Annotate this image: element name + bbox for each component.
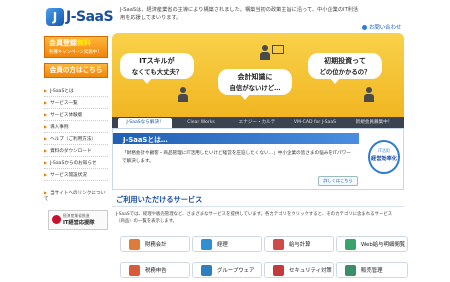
intro-title: J-SaaSとは… bbox=[123, 136, 168, 144]
sales-management-icon bbox=[345, 265, 356, 276]
financial-accounting-icon bbox=[129, 239, 140, 250]
intro-header: J-SaaSとは… bbox=[113, 133, 359, 144]
register-title: 会員登録無料 bbox=[49, 39, 91, 47]
site-tagline: J-SaaSは、経済産業省の主導により構築されました。構築当初の政策主旨に沿って… bbox=[120, 7, 359, 21]
it-efficiency-badge: IT活用 経営効率化 bbox=[368, 140, 400, 174]
arrow-circle-icon bbox=[362, 25, 367, 30]
arrow-right-icon: ▶ bbox=[44, 100, 48, 105]
arrow-right-icon: ▶ bbox=[44, 124, 48, 129]
worried-person-icon bbox=[170, 87, 198, 107]
speech-bubble-accounting: 会計知識に 自信がないけど… bbox=[218, 69, 292, 100]
intro-text: 「財務会計や顧客・商品管理にIT活用したいけど経営を圧迫したくない…」中小企業の… bbox=[122, 151, 351, 164]
tab-vm-cad[interactable]: VM-CAD for J-SaaS bbox=[286, 118, 344, 128]
logo[interactable]: J-SaaS bbox=[66, 9, 114, 25]
tab-new-members[interactable]: 新規会員募集中！ bbox=[346, 118, 402, 128]
arrow-right-icon: ▶ bbox=[44, 88, 48, 93]
seal-icon bbox=[52, 215, 61, 224]
sidebar-link-policy[interactable]: ▶ 当サイトへのリンクについて bbox=[44, 190, 108, 202]
sidebar-item-news[interactable]: ▶ J-SaaSからのお知らせ bbox=[44, 158, 108, 169]
contact-label: お問い合わせ bbox=[369, 25, 402, 31]
service-tax-filing[interactable]: 税務申告 bbox=[120, 262, 190, 278]
arrow-right-icon: ▶ bbox=[44, 190, 48, 195]
arrow-right-icon: ▶ bbox=[44, 112, 48, 117]
logo-icon[interactable]: J bbox=[46, 8, 64, 26]
service-financial-accounting[interactable]: 財務会計 bbox=[120, 236, 190, 252]
groupware-icon bbox=[201, 265, 212, 276]
service-sales-management[interactable]: 販売管理 bbox=[336, 262, 408, 278]
arrow-right-icon: ▶ bbox=[44, 160, 48, 165]
security-icon bbox=[273, 265, 284, 276]
services-divider bbox=[112, 206, 404, 207]
person-at-computer-icon bbox=[258, 43, 286, 63]
register-subtitle: 各種キャンペーン実施中！ bbox=[49, 50, 102, 55]
sidebar-item-services[interactable]: ▶ サービス一覧 bbox=[44, 98, 108, 109]
speech-bubble-it-skill: ITスキルが なくても大丈夫？ bbox=[120, 53, 194, 84]
banner-title: IT経営応援隊 bbox=[63, 220, 95, 226]
web-payslip-icon bbox=[345, 239, 356, 250]
register-free-button[interactable]: 会員登録無料 各種キャンペーン実施中！ bbox=[44, 36, 108, 58]
contact-link[interactable]: お問い合わせ bbox=[362, 23, 401, 31]
arrow-right-icon: ▶ bbox=[44, 172, 48, 177]
sidebar-item-cases[interactable]: ▶ 導入事例 bbox=[44, 122, 108, 133]
tab-energy-karte[interactable]: エナジー・カルテ bbox=[230, 118, 284, 128]
arrow-right-icon: ▶ bbox=[44, 148, 48, 153]
arrow-right-icon: ▶ bbox=[44, 136, 48, 141]
speech-bubble-investment: 初期投資って どの位かかるの？ bbox=[308, 53, 382, 84]
member-login-button[interactable]: 会員の方はこちら bbox=[44, 63, 108, 78]
feature-tab-bar: J-SaaSなら解決！ Clear Works エナジー・カルテ VM-CAD … bbox=[112, 117, 404, 128]
sidebar-item-status[interactable]: ▶ サービス開設状況 bbox=[44, 170, 108, 181]
sidebar-item-about[interactable]: ▶ J-SaaSとは bbox=[44, 86, 108, 97]
service-web-payslip[interactable]: Web給与明細閲覧 bbox=[336, 236, 408, 252]
tab-solution[interactable]: J-SaaSなら解決！ bbox=[118, 118, 172, 128]
intro-more-button[interactable]: 詳しくはこちら bbox=[318, 176, 358, 186]
service-groupware[interactable]: グループウェア bbox=[192, 262, 262, 278]
service-security[interactable]: セキュリティ対策 bbox=[264, 262, 334, 278]
payroll-icon bbox=[273, 239, 284, 250]
tax-filing-icon bbox=[129, 265, 140, 276]
it-keiei-banner[interactable]: 経済産業省推進 IT経営応援隊 bbox=[48, 210, 108, 230]
service-accounting[interactable]: 経理 bbox=[192, 236, 262, 252]
services-heading: ご利用いただけるサービス bbox=[116, 195, 203, 204]
tab-clear-works[interactable]: Clear Works bbox=[174, 118, 228, 128]
sidebar-item-help[interactable]: ▶ ヘルプ（ご利用方法） bbox=[44, 134, 108, 145]
hero-banner: ITスキルが なくても大丈夫？ 会計知識に 自信がないけど… 初期投資って どの位かか… bbox=[112, 33, 404, 117]
services-description: J-SaaSでは、経理や販売管理など、さまざまなサービスを提供しています。各カテ… bbox=[116, 212, 393, 224]
sidebar-item-trial[interactable]: ▶ サービス体験版 bbox=[44, 110, 108, 121]
accounting-icon bbox=[201, 239, 212, 250]
service-payroll[interactable]: 給与計算 bbox=[264, 236, 334, 252]
thinking-person-icon bbox=[356, 87, 384, 107]
sidebar-item-downloads[interactable]: ▶ 資料のダウンロード bbox=[44, 146, 108, 157]
